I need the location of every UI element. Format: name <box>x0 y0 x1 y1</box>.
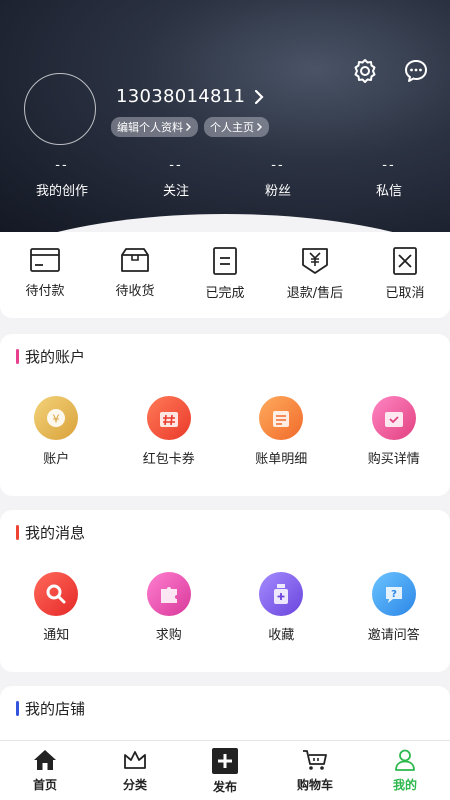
order-label: 已取消 <box>385 286 425 301</box>
svg-text:¥: ¥ <box>53 413 60 426</box>
nav-label: 首页 <box>32 778 57 792</box>
my-messages-section: 我的消息 通知 求购 收藏 ? 邀请问答 <box>0 510 450 672</box>
settings-button[interactable] <box>351 57 379 85</box>
icon-label: 账单明细 <box>255 452 308 467</box>
coin-icon: ¥ <box>34 396 79 440</box>
stat-private-messages[interactable]: -- 私信 <box>328 158 450 199</box>
icon-label: 红包卡券 <box>142 452 195 467</box>
order-label: 已完成 <box>205 286 245 301</box>
avatar[interactable] <box>24 73 96 145</box>
crown-icon <box>124 751 146 769</box>
stat-value: -- <box>169 158 183 173</box>
wallet-icon <box>30 248 60 272</box>
bottom-nav: 首页 分类 发布 购物车 我的 <box>0 740 450 800</box>
stat-label: 私信 <box>375 184 402 199</box>
nav-cart[interactable]: 购物车 <box>270 741 360 800</box>
order-label: 待付款 <box>25 284 65 299</box>
order-pending-receipt[interactable]: 待收货 <box>90 232 180 318</box>
icon-label: 邀请问答 <box>367 628 420 643</box>
section-accent-bar <box>16 349 19 364</box>
coupon-icon <box>146 396 191 440</box>
order-completed[interactable]: 已完成 <box>180 232 270 318</box>
bill-details-button[interactable]: 账单明细 <box>225 396 338 467</box>
profile-header: 13038014811 编辑个人资料 个人主页 -- 我的创作 -- 关注 --… <box>0 0 450 232</box>
svg-text:?: ? <box>391 589 397 600</box>
chevron-right-icon <box>186 123 191 131</box>
nav-home[interactable]: 首页 <box>0 741 90 800</box>
account-button[interactable]: ¥ 账户 <box>0 396 113 467</box>
section-accent-bar <box>16 525 19 540</box>
icon-label: 购买详情 <box>367 452 420 467</box>
user-phone: 13038014811 <box>116 86 246 107</box>
chevron-right-icon <box>257 123 262 131</box>
stat-value: -- <box>271 158 285 173</box>
nav-label: 发布 <box>212 780 237 794</box>
stat-creations[interactable]: -- 我的创作 <box>0 158 124 199</box>
calendar-icon <box>371 396 416 440</box>
my-account-section: 我的账户 ¥ 账户 红包卡券 账单明细 购买详情 <box>0 334 450 496</box>
homepage-label: 个人主页 <box>210 121 254 134</box>
user-name-row[interactable]: 13038014811 <box>116 86 265 107</box>
question-icon: ? <box>371 572 416 616</box>
order-label: 待收货 <box>115 284 155 299</box>
section-title: 我的账户 <box>25 348 86 366</box>
stat-following[interactable]: -- 关注 <box>124 158 228 199</box>
document-icon <box>213 247 237 275</box>
stat-label: 粉丝 <box>264 184 291 199</box>
chat-bubble-icon <box>405 60 427 82</box>
order-label: 退款/售后 <box>286 286 344 301</box>
order-status-bar: 待付款 待收货 已完成 退款/售后 已取消 <box>0 232 450 318</box>
yen-bag-icon <box>302 248 328 274</box>
nav-label: 分类 <box>122 778 147 792</box>
section-accent-bar <box>16 701 19 716</box>
stat-label: 我的创作 <box>35 184 88 199</box>
icon-label: 通知 <box>43 628 70 643</box>
icon-label: 求购 <box>155 628 182 643</box>
bill-icon <box>259 396 304 440</box>
stat-followers[interactable]: -- 粉丝 <box>228 158 328 199</box>
icon-label: 账户 <box>43 452 70 467</box>
homepage-link[interactable]: 个人主页 <box>204 117 269 137</box>
cart-icon <box>303 750 327 770</box>
message-button[interactable] <box>402 57 430 85</box>
nav-category[interactable]: 分类 <box>90 741 180 800</box>
gear-icon <box>354 59 376 83</box>
purchase-details-button[interactable]: 购买详情 <box>338 396 450 467</box>
stat-value: -- <box>55 158 69 173</box>
order-cancelled[interactable]: 已取消 <box>360 232 450 318</box>
package-icon <box>121 248 149 272</box>
nav-mine[interactable]: 我的 <box>360 741 450 800</box>
puzzle-icon <box>146 572 191 616</box>
wanted-button[interactable]: 求购 <box>113 572 226 643</box>
order-refund[interactable]: 退款/售后 <box>270 232 360 318</box>
home-icon <box>34 750 56 770</box>
nav-label: 我的 <box>392 778 417 792</box>
edit-profile-label: 编辑个人资料 <box>117 121 183 134</box>
bottle-icon <box>259 572 304 616</box>
notifications-button[interactable]: 通知 <box>0 572 113 643</box>
stat-value: -- <box>382 158 396 173</box>
cancel-icon <box>393 247 417 275</box>
chevron-right-icon <box>255 89 264 104</box>
stat-label: 关注 <box>162 184 189 199</box>
section-title: 我的消息 <box>25 524 86 542</box>
section-title: 我的店铺 <box>25 700 86 718</box>
order-pending-payment[interactable]: 待付款 <box>0 232 90 318</box>
nav-publish[interactable]: 发布 <box>180 741 270 800</box>
edit-profile-link[interactable]: 编辑个人资料 <box>111 117 198 137</box>
favorites-button[interactable]: 收藏 <box>225 572 338 643</box>
user-icon <box>395 749 415 771</box>
search-notify-icon <box>34 572 79 616</box>
plus-icon <box>212 748 238 774</box>
invite-qa-button[interactable]: ? 邀请问答 <box>338 572 450 643</box>
icon-label: 收藏 <box>268 628 295 643</box>
coupons-button[interactable]: 红包卡券 <box>113 396 226 467</box>
nav-label: 购物车 <box>296 778 333 792</box>
